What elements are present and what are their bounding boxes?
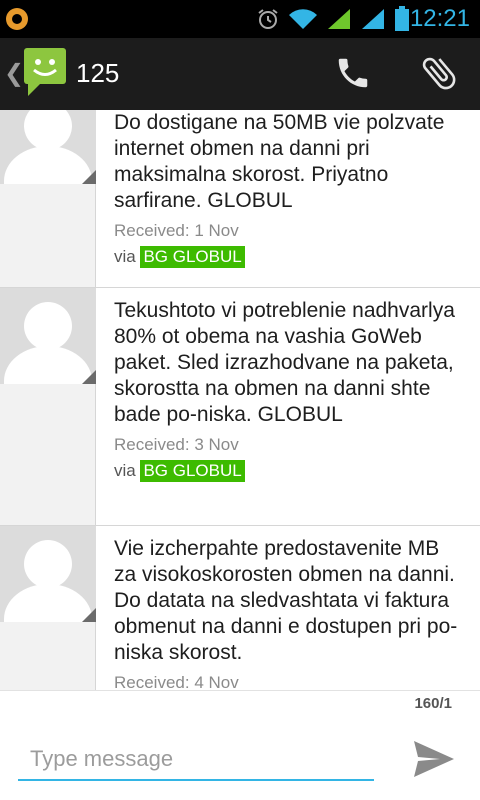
status-icons <box>256 6 410 32</box>
compose-bar: 160/1 <box>0 690 480 800</box>
message-text: Do dostigane na 50MB vie polzvate intern… <box>114 111 445 212</box>
conversation-title: 125 <box>76 58 120 88</box>
messaging-icon[interactable] <box>20 46 70 98</box>
message-item[interactable]: Vie izcherpahte predostavenite MB za vis… <box>0 526 480 690</box>
alarm-icon <box>258 9 278 29</box>
signal-icon <box>328 9 350 29</box>
avatar[interactable] <box>0 288 96 384</box>
wifi-icon <box>289 9 317 29</box>
avatar[interactable] <box>0 110 96 184</box>
message-text: Tekushtoto vi potreblenie nadhvarlya 80%… <box>114 299 455 426</box>
message-via: via BG GLOBUL <box>114 459 466 483</box>
message-list[interactable]: Do dostigane na 50MB vie polzvate intern… <box>0 110 480 690</box>
status-bar: 12:21 <box>0 0 480 38</box>
via-label: via <box>114 461 136 480</box>
call-icon[interactable] <box>334 54 372 92</box>
via-label: via <box>114 247 136 266</box>
clock: 12:21 <box>409 5 470 32</box>
operator-badge: BG GLOBUL <box>140 246 245 268</box>
message-item[interactable]: Tekushtoto vi potreblenie nadhvarlya 80%… <box>0 288 480 526</box>
message-via: via BG GLOBUL <box>114 245 466 269</box>
message-received-date: Received: 1 Nov <box>114 221 239 240</box>
message-received-date: Received: 3 Nov <box>114 435 239 454</box>
action-bar: ❮ 125 <box>0 38 480 110</box>
avatar-column <box>0 288 96 525</box>
message-input[interactable] <box>18 739 374 781</box>
character-counter: 160/1 <box>414 695 452 712</box>
message-received-date: Received: 4 Nov <box>114 673 239 690</box>
avatar-column <box>0 526 96 690</box>
avatar[interactable] <box>0 526 96 622</box>
battery-icon <box>395 6 409 31</box>
attach-icon[interactable] <box>418 52 460 94</box>
app-notification-icon <box>6 8 28 30</box>
avatar-column <box>0 110 96 287</box>
signal-icon <box>362 9 384 29</box>
send-button[interactable] <box>410 735 458 783</box>
message-item[interactable]: Do dostigane na 50MB vie polzvate intern… <box>0 110 480 288</box>
operator-badge: BG GLOBUL <box>140 460 245 482</box>
message-text: Vie izcherpahte predostavenite MB za vis… <box>114 537 458 664</box>
